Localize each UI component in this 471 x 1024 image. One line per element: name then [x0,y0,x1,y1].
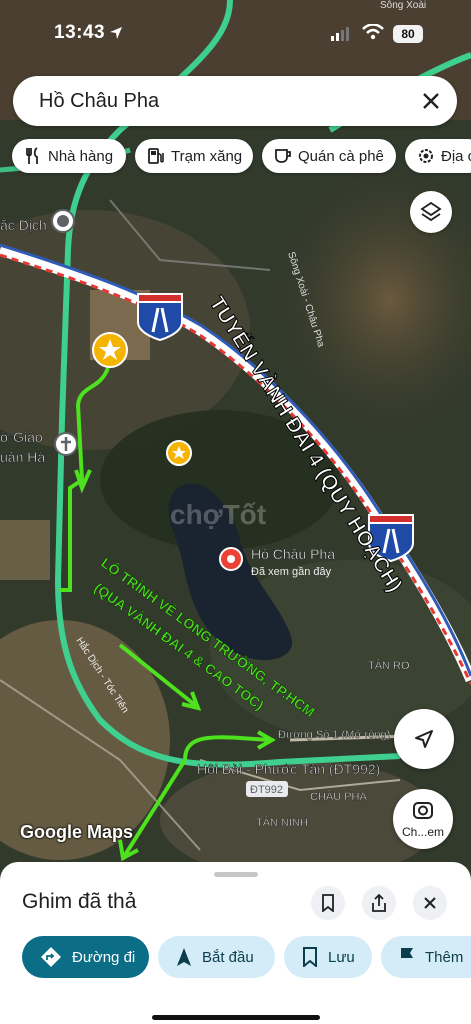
map-label: TÂN NINH [256,816,308,829]
road-shield: ĐT992 [250,784,283,796]
start-button[interactable]: Bắt đầu [158,936,275,978]
navigation-arrow-icon [177,948,191,966]
chip-label: Nhà hàng [48,147,114,165]
map-label: CHÂU PHA [310,790,368,803]
drag-handle[interactable] [214,872,258,877]
save-action-button[interactable]: Lưu [284,936,372,978]
coffee-cup-icon [275,149,291,163]
watermark: chợTốt [170,499,266,530]
chip-label: Trạm xăng [171,147,243,165]
close-sheet-button[interactable] [413,886,447,920]
chip-label: Địa c [441,147,471,165]
fork-knife-icon [26,147,38,164]
google-maps-attribution: Google Maps [20,822,134,842]
location-pin-icon [219,547,243,571]
sheet-title: Ghim đã thả [22,890,137,913]
lake-name: Hồ Châu Pha [251,546,335,562]
lens-button[interactable]: Ch...em [393,789,453,849]
home-indicator [152,1015,320,1020]
directions-button[interactable]: Đường đi [22,936,149,978]
star-marker-icon [92,332,128,368]
map-label: uân Hà [0,449,45,465]
lake-subtitle: Đã xem gần đây [251,566,332,578]
church-marker-icon [54,432,78,456]
directions-icon [41,947,61,967]
chip-gas-stations[interactable]: Trạm xăng [135,139,253,173]
status-bar: 13:43 80 [0,0,471,62]
share-icon [372,894,386,912]
clock: 13:43 [54,22,106,43]
map-label: Đường Số 1 (Mở rộng) [278,729,390,741]
layers-icon [420,201,442,222]
search-bar[interactable]: Hồ Châu Pha [13,76,457,126]
chip-label: Quán cà phê [298,147,384,165]
chip-places[interactable]: Địa c [405,139,471,173]
map-label: TÂN RO [368,659,410,672]
layers-button[interactable] [410,191,452,233]
signal-icon [331,27,349,41]
poi-marker-icon [51,209,75,233]
highway-shield-icon [137,293,183,342]
bookmark-icon [322,894,334,912]
map-label: Hội Bài - Phước Tân (ĐT992) [197,761,380,777]
close-icon[interactable] [419,89,443,113]
wifi-icon [362,24,384,40]
chip-restaurants[interactable]: Nhà hàng [12,139,126,173]
gas-station-icon [148,148,164,164]
my-location-button[interactable] [394,709,454,769]
lens-label: Ch...em [401,825,444,839]
bookmark-icon [303,947,317,967]
star-marker-icon [166,440,192,466]
chip-coffee[interactable]: Quán cà phê [262,139,396,173]
action-label: Thêm [425,948,464,966]
share-button[interactable] [362,886,396,920]
map-label: ờ Giáo [0,429,43,445]
map-label: ắc Dịch [0,217,47,233]
save-button[interactable] [311,886,345,920]
close-icon [424,897,436,909]
battery-indicator: 80 [393,25,423,43]
action-label: Lưu [328,948,355,966]
gear-place-icon [419,149,433,163]
navigation-arrow-icon [415,730,433,748]
action-label: Đường đi [72,948,136,966]
flag-icon [401,948,413,966]
more-button[interactable]: Thêm [381,936,471,978]
action-label: Bắt đầu [202,948,254,966]
location-arrow-icon [110,27,122,39]
camera-lens-icon [413,802,433,819]
search-query[interactable]: Hồ Châu Pha [39,90,159,113]
